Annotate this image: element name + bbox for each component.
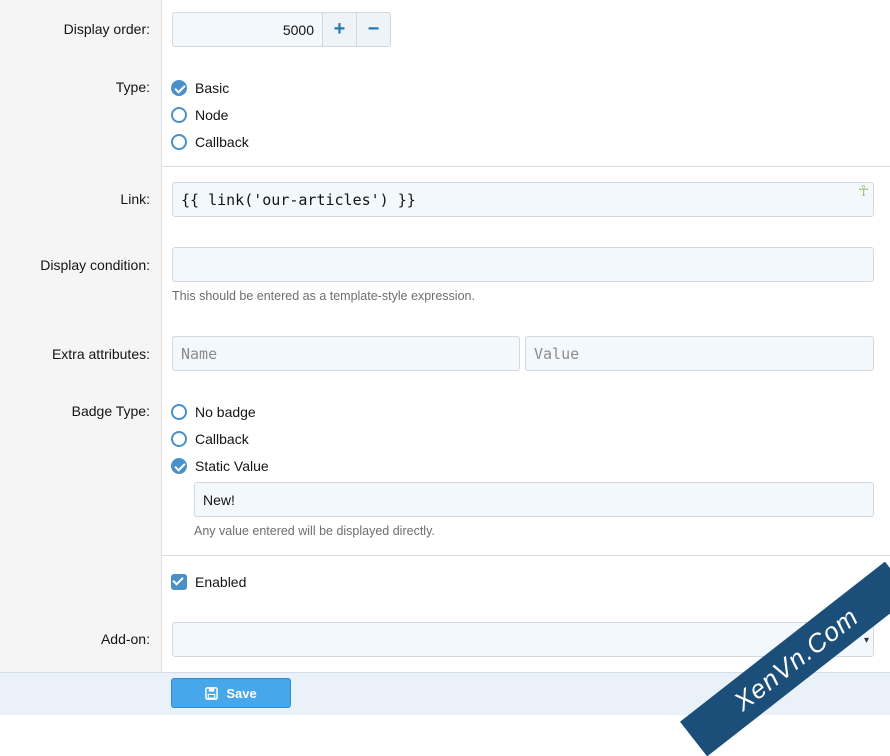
static-value-hint: Any value entered will be displayed dire… bbox=[194, 524, 435, 538]
attribute-value-input[interactable]: Value bbox=[525, 336, 874, 371]
increment-button[interactable]: + bbox=[322, 12, 357, 47]
badge-type-label: Badge Type: bbox=[71, 403, 150, 419]
radio-checked-icon[interactable] bbox=[171, 80, 187, 96]
save-icon bbox=[205, 686, 219, 700]
radio-icon[interactable] bbox=[171, 404, 187, 420]
addon-label: Add-on: bbox=[100, 631, 150, 647]
type-option-callback[interactable]: Callback bbox=[171, 132, 249, 152]
decrement-button[interactable]: − bbox=[356, 12, 391, 47]
radio-checked-icon[interactable] bbox=[171, 458, 187, 474]
type-label: Type: bbox=[115, 79, 150, 95]
radio-icon[interactable] bbox=[171, 107, 187, 123]
attribute-name-placeholder: Name bbox=[181, 344, 218, 363]
static-value-input[interactable]: New! bbox=[194, 482, 874, 517]
divider bbox=[162, 166, 890, 167]
radio-icon[interactable] bbox=[171, 134, 187, 150]
link-input[interactable]: {{ link('our-articles') }} bbox=[172, 182, 874, 217]
attribute-name-input[interactable]: Name bbox=[172, 336, 520, 371]
attribute-value-placeholder: Value bbox=[534, 344, 580, 363]
type-option-node[interactable]: Node bbox=[171, 105, 228, 125]
radio-icon[interactable] bbox=[171, 431, 187, 447]
badge-option-label: No badge bbox=[195, 404, 256, 420]
type-option-label: Callback bbox=[195, 134, 249, 150]
display-order-label: Display order: bbox=[63, 21, 150, 37]
save-label: Save bbox=[226, 685, 257, 701]
extra-attributes-label: Extra attributes: bbox=[51, 346, 150, 362]
link-label: Link: bbox=[120, 191, 150, 207]
display-order-input[interactable]: 5000 bbox=[172, 12, 323, 47]
display-condition-hint: This should be entered as a template-sty… bbox=[172, 289, 475, 303]
type-option-label: Basic bbox=[195, 80, 230, 96]
display-condition-label: Display condition: bbox=[40, 257, 150, 273]
badge-option-no-badge[interactable]: No badge bbox=[171, 402, 256, 422]
badge-option-callback[interactable]: Callback bbox=[171, 429, 249, 449]
code-editor-icon: ☥ bbox=[858, 183, 870, 200]
label-column bbox=[0, 0, 162, 672]
type-option-basic[interactable]: Basic bbox=[171, 78, 229, 98]
checkbox-checked-icon[interactable] bbox=[171, 574, 187, 590]
chevron-down-icon: ▾ bbox=[863, 635, 869, 646]
display-condition-input[interactable] bbox=[172, 247, 874, 282]
badge-option-static-value[interactable]: Static Value bbox=[171, 456, 269, 476]
divider bbox=[162, 555, 890, 556]
enabled-label: Enabled bbox=[195, 574, 247, 590]
badge-option-label: Static Value bbox=[195, 458, 269, 474]
enabled-checkbox[interactable]: Enabled bbox=[171, 572, 246, 592]
type-option-label: Node bbox=[195, 107, 229, 123]
save-button[interactable]: Save bbox=[171, 678, 291, 708]
badge-option-label: Callback bbox=[195, 431, 249, 447]
